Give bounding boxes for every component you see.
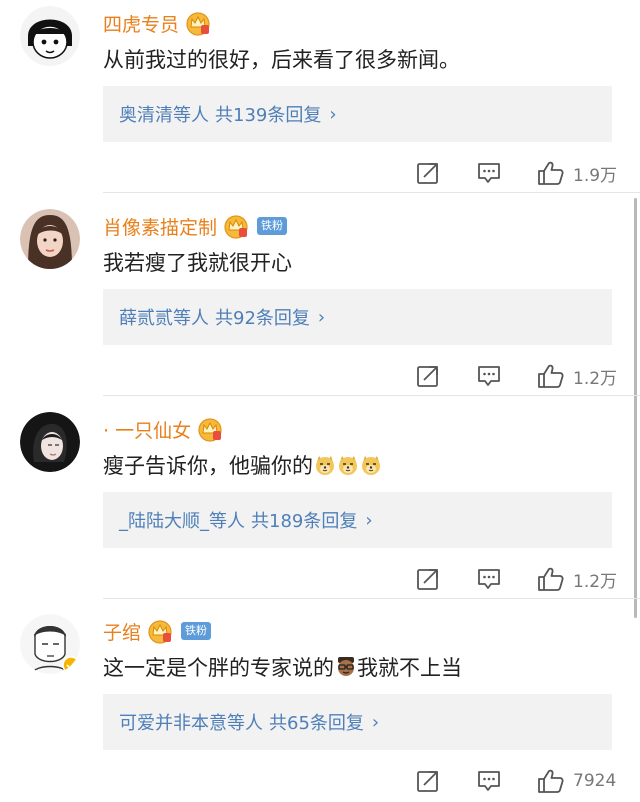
- share-icon: [415, 363, 441, 389]
- username[interactable]: 肖像素描定制: [103, 213, 217, 240]
- reply-count: 共65条回复: [269, 713, 364, 734]
- comment-body: 这一定是个胖的专家说的: [103, 656, 334, 680]
- username[interactable]: 四虎专员: [103, 10, 179, 37]
- comment-text: 从前我过的很好，后来看了很多新闻。: [103, 44, 460, 74]
- share-button[interactable]: [415, 363, 441, 389]
- crown-badge-icon: [197, 416, 223, 442]
- share-button[interactable]: [415, 566, 441, 592]
- crown-badge-icon: [147, 618, 173, 644]
- name-row: 子绾 铁粉: [103, 616, 212, 646]
- fan-badge: 铁粉: [257, 217, 288, 235]
- avatar[interactable]: [20, 614, 80, 674]
- like-count: 7924: [573, 771, 617, 791]
- action-bar: 7924: [0, 768, 640, 802]
- divider: [103, 598, 640, 599]
- share-button[interactable]: [415, 160, 441, 186]
- nerd-emoji-icon: [335, 656, 357, 678]
- name-row: · 一只仙女: [103, 414, 223, 444]
- username[interactable]: · 一只仙女: [103, 416, 191, 443]
- avatar[interactable]: [20, 209, 80, 269]
- doge-emoji-icon: [314, 454, 336, 476]
- comment-icon: [476, 363, 502, 389]
- replies-link[interactable]: 奥清清等人 共139条回复 ›: [103, 86, 612, 142]
- share-icon: [415, 566, 441, 592]
- reply-names: 薛贰贰等人: [119, 308, 209, 329]
- comment-button[interactable]: [476, 363, 502, 389]
- username[interactable]: 子绾: [103, 618, 141, 645]
- reply-count: 共189条回复: [251, 511, 358, 532]
- thumbs-up-icon: [537, 768, 565, 794]
- chevron-right-icon: ›: [317, 306, 326, 328]
- comment-text: 瘦子告诉你，他骗你的: [103, 450, 382, 480]
- reply-count: 共139条回复: [215, 105, 322, 126]
- like-count: 1.2万: [573, 571, 618, 592]
- like-button[interactable]: 1.2万: [537, 363, 617, 389]
- comment-button[interactable]: [476, 768, 502, 794]
- comment-button[interactable]: [476, 566, 502, 592]
- doge-emoji-icon: [337, 454, 359, 476]
- thumbs-up-icon: [537, 363, 565, 389]
- chevron-right-icon: ›: [329, 103, 337, 125]
- share-button[interactable]: [415, 768, 441, 794]
- reply-count: 共92条回复: [215, 308, 310, 329]
- like-count: 1.9万: [573, 165, 618, 186]
- name-row: 肖像素描定制 铁粉: [103, 211, 288, 241]
- reply-names: 可爱并非本意等人: [119, 713, 263, 734]
- reply-names: _陆陆大顺_等人: [119, 511, 245, 532]
- action-bar: 1.2万: [0, 566, 640, 600]
- crown-badge-icon: [223, 213, 249, 239]
- comment-icon: [476, 768, 502, 794]
- action-bar: 1.9万: [0, 160, 640, 194]
- verified-icon: [62, 656, 80, 674]
- replies-link[interactable]: 薛贰贰等人 共92条回复 ›: [103, 289, 612, 345]
- avatar[interactable]: [20, 412, 80, 472]
- crown-badge-icon: [185, 10, 211, 36]
- divider: [103, 395, 640, 396]
- comment-icon: [476, 160, 502, 186]
- like-button[interactable]: 7924: [537, 768, 616, 794]
- comment-body: 瘦子告诉你，他骗你的: [103, 454, 313, 478]
- name-row: 四虎专员: [103, 8, 211, 38]
- comment-body-tail: 我就不上当: [357, 656, 462, 680]
- chevron-right-icon: ›: [371, 711, 380, 733]
- like-button[interactable]: 1.9万: [537, 160, 617, 186]
- share-icon: [415, 768, 441, 794]
- fan-badge: 铁粉: [181, 622, 212, 640]
- thumbs-up-icon: [537, 160, 565, 186]
- replies-link[interactable]: 可爱并非本意等人 共65条回复 ›: [103, 694, 612, 750]
- divider: [103, 192, 640, 193]
- comment-icon: [476, 566, 502, 592]
- doge-emoji-icon: [360, 454, 382, 476]
- chevron-right-icon: ›: [365, 509, 373, 531]
- comment-button[interactable]: [476, 160, 502, 186]
- action-bar: 1.2万: [0, 363, 640, 397]
- share-icon: [415, 160, 441, 186]
- comment-text: 我若瘦了我就很开心: [103, 247, 292, 277]
- avatar[interactable]: [20, 6, 80, 66]
- comment-body: 从前我过的很好，后来看了很多新闻。: [103, 48, 460, 72]
- like-button[interactable]: 1.2万: [537, 566, 617, 592]
- reply-names: 奥清清等人: [119, 105, 209, 126]
- comment-body: 我若瘦了我就很开心: [103, 251, 292, 275]
- scrollbar[interactable]: [634, 198, 637, 618]
- like-count: 1.2万: [573, 368, 618, 389]
- thumbs-up-icon: [537, 566, 565, 592]
- replies-link[interactable]: _陆陆大顺_等人 共189条回复 ›: [103, 492, 612, 548]
- comment-text: 这一定是个胖的专家说的 我就不上当: [103, 652, 462, 682]
